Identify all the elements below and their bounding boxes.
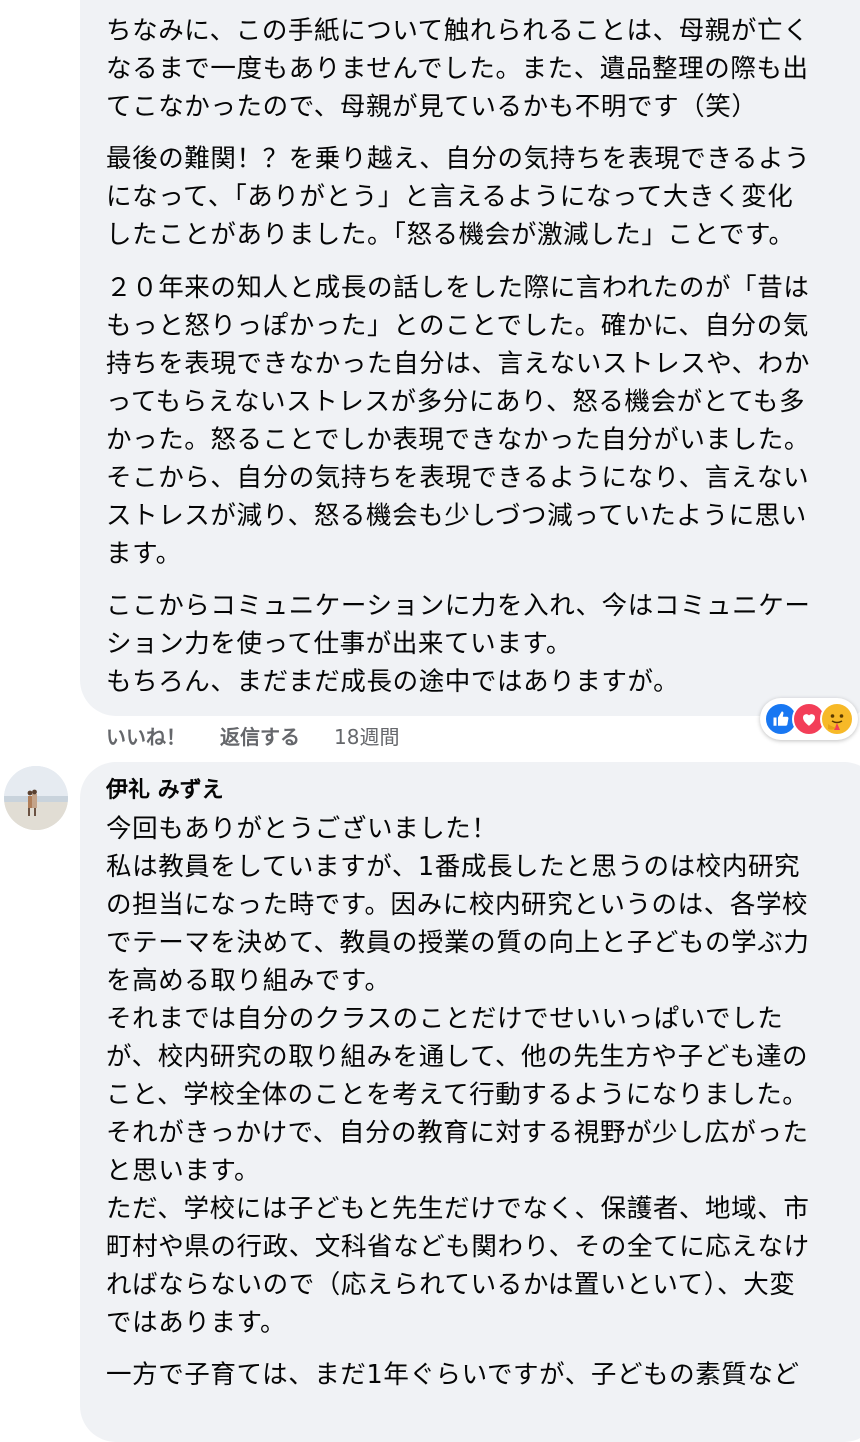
care-icon — [820, 702, 854, 736]
reactions-summary[interactable] — [760, 698, 858, 740]
comment-paragraph: ここからコミュニケーションに力を入れ、今はコミュニケー ション力を使って仕事が出… — [106, 591, 811, 697]
comment-paragraph: 今回もありがとうございました！ 私は教員をしていますが、1番成長したと思うのは校… — [106, 814, 810, 1338]
comment-actions: いいね！ 返信する 18週間 — [106, 718, 399, 752]
comment-paragraph: 一方で子育ては、まだ1年ぐらいですが、子どもの素質など — [106, 1360, 800, 1390]
comment-author[interactable]: 伊礼 みずえ — [106, 776, 224, 806]
comment-paragraph: ちなみに、この手紙について触れられることは、母親が亡く なるまで一度もありません… — [106, 16, 810, 122]
reply-link[interactable]: 返信する — [220, 721, 300, 750]
comment-paragraph: ２０年来の知人と成長の話しをした際に言われたのが「昔は もっと怒りっぽかった」と… — [106, 273, 810, 569]
avatar[interactable] — [4, 766, 68, 830]
comment-paragraph: 最後の難関！？を乗り越え、自分の気持ちを表現できるよう になって、「ありがとう」… — [106, 144, 811, 250]
comment-timestamp[interactable]: 18週間 — [334, 721, 399, 750]
like-link[interactable]: いいね！ — [106, 721, 186, 750]
